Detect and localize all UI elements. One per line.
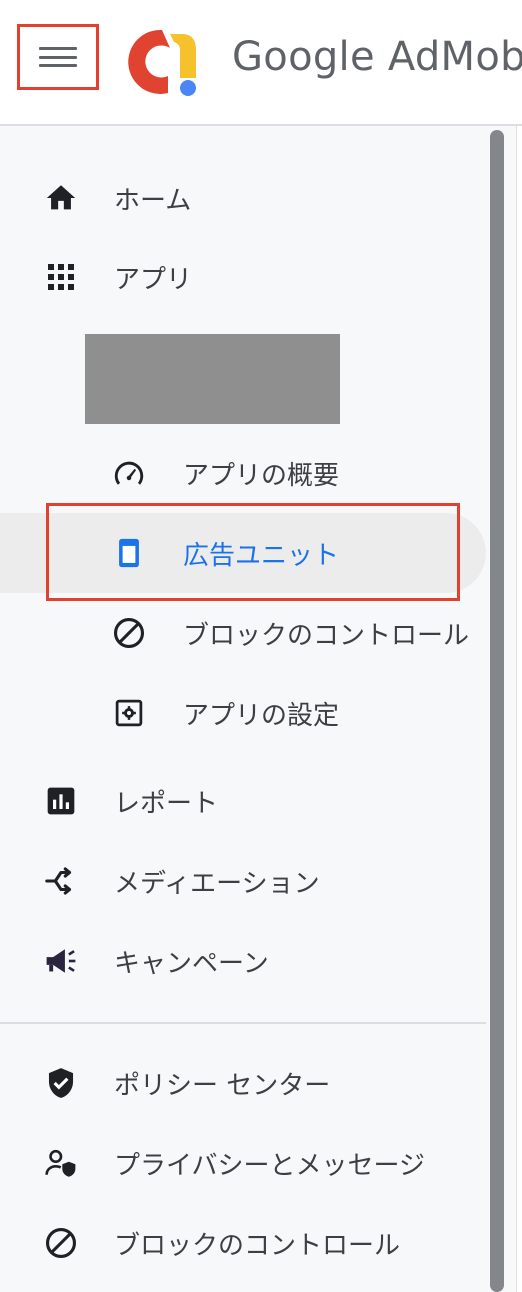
sidebar-item-label: レポート: [114, 788, 219, 819]
sidebar-divider: [0, 1022, 486, 1024]
privacy-person-icon: [44, 1146, 78, 1180]
main-content-edge: [516, 126, 522, 1292]
sidebar-item-label: アプリ: [114, 264, 193, 295]
brand-title: Google AdMob: [232, 34, 522, 80]
sidebar-item-app-settings[interactable]: アプリの設定: [0, 683, 486, 743]
settings-square-icon: [112, 696, 146, 730]
menu-button[interactable]: [17, 24, 99, 90]
sidebar-item-label: プライバシーとメッセージ: [114, 1150, 425, 1181]
sidebar-item-label: アプリの設定: [183, 700, 340, 731]
admob-logo-icon: [124, 24, 200, 100]
shield-check-icon: [44, 1066, 78, 1100]
apps-grid-icon: [44, 260, 78, 294]
app-name-redacted: [85, 334, 340, 424]
sidebar-item-label: キャンペーン: [114, 948, 269, 979]
sidebar-item-apps[interactable]: アプリ: [0, 247, 486, 307]
sidebar-item-home[interactable]: ホーム: [0, 168, 486, 228]
block-icon: [44, 1226, 78, 1260]
sidebar-item-mediation[interactable]: メディエーション: [0, 851, 486, 911]
sidebar-item-policy-center[interactable]: ポリシー センター: [0, 1053, 486, 1113]
sidebar-item-label: ブロックのコントロール: [114, 1230, 401, 1261]
sidebar-item-campaigns[interactable]: キャンペーン: [0, 931, 486, 991]
block-icon: [112, 616, 146, 650]
sidebar-item-blocking-controls[interactable]: ブロックのコントロール: [0, 603, 486, 663]
sidebar-item-reports[interactable]: レポート: [0, 771, 486, 831]
sidebar-item-app-overview[interactable]: アプリの概要: [0, 443, 486, 503]
sidebar-item-label: アプリの概要: [183, 460, 340, 491]
mediation-icon: [44, 864, 78, 898]
speedometer-icon: [112, 456, 146, 490]
sidebar-item-label: メディエーション: [114, 868, 320, 899]
sidebar-item-label: ポリシー センター: [114, 1070, 331, 1101]
bar-chart-icon: [44, 784, 78, 818]
sidebar-item-blocking-controls-global[interactable]: ブロックのコントロール: [0, 1213, 486, 1273]
hamburger-menu-icon: [39, 47, 77, 67]
megaphone-icon: [44, 944, 78, 978]
sidebar-scrollbar[interactable]: [490, 130, 504, 1292]
annotation-highlight-box: [46, 503, 460, 601]
sidebar-item-label: ホーム: [114, 185, 192, 216]
sidebar-item-privacy-messaging[interactable]: プライバシーとメッセージ: [0, 1133, 486, 1193]
app-header: Google AdMob: [0, 0, 522, 126]
sidebar-item-label: ブロックのコントロール: [183, 620, 470, 651]
home-icon: [44, 181, 78, 215]
